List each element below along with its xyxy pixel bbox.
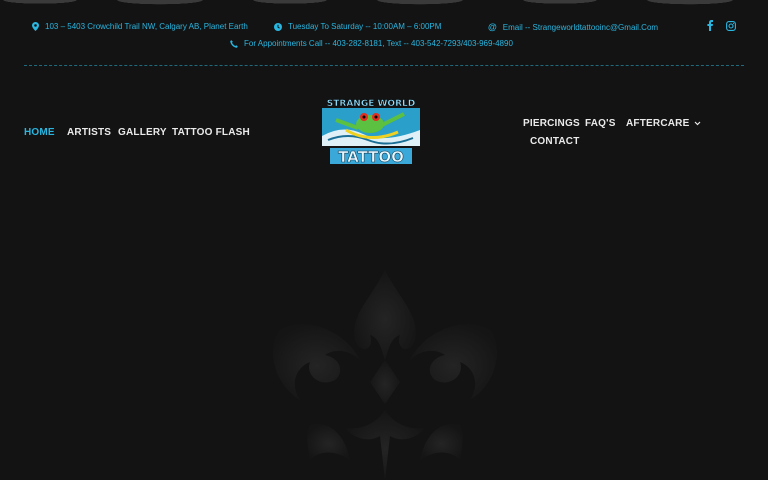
- nav-faqs[interactable]: FAQ'S: [585, 118, 616, 129]
- nav-aftercare[interactable]: AFTERCARE: [626, 118, 701, 129]
- hours-text: Tuesday To Saturday -- 10:00AM – 6:00PM: [288, 22, 442, 31]
- chevron-down-icon: [695, 121, 701, 126]
- phone-icon: [230, 39, 238, 48]
- hours-info: Tuesday To Saturday -- 10:00AM – 6:00PM: [274, 22, 441, 31]
- logo-line1: STRANGE WORLD: [327, 99, 415, 109]
- tribal-ornament-background: [272, 270, 498, 480]
- nav-artists[interactable]: ARTISTS: [67, 127, 111, 138]
- address-text: 103 – 5403 Crowchild Trail NW, Calgary A…: [45, 22, 248, 31]
- nav-piercings[interactable]: PIERCINGS: [523, 118, 580, 129]
- email-info[interactable]: @ Email -- Strangeworldtattooinc@Gmail.C…: [488, 22, 658, 32]
- nav-contact[interactable]: CONTACT: [530, 136, 580, 147]
- phone-info: For Appointments Call -- 403-282-8181, T…: [230, 39, 513, 48]
- nav-aftercare-label: AFTERCARE: [626, 118, 690, 129]
- strange-world-tattoo-logo: STRANGE WORLD TATTOO: [322, 99, 420, 166]
- nav-gallery[interactable]: GALLERY: [118, 127, 167, 138]
- brush-stroke-border: [0, 0, 768, 10]
- header-divider: [24, 65, 744, 66]
- email-text[interactable]: Email -- Strangeworldtattooinc@Gmail.Com: [503, 23, 658, 32]
- phone-text: For Appointments Call -- 403-282-8181, T…: [244, 39, 513, 48]
- nav-home[interactable]: HOME: [24, 127, 55, 138]
- location-pin-icon: [32, 22, 39, 31]
- nav-tattoo-flash[interactable]: TATTOO FLASH: [172, 127, 250, 138]
- site-logo[interactable]: STRANGE WORLD TATTOO: [318, 96, 424, 166]
- logo-line2: TATTOO: [338, 148, 404, 166]
- instagram-icon[interactable]: [726, 21, 736, 34]
- facebook-icon[interactable]: [707, 20, 713, 34]
- address-info: 103 – 5403 Crowchild Trail NW, Calgary A…: [32, 22, 248, 31]
- clock-icon: [274, 22, 282, 31]
- at-sign-icon: @: [488, 22, 497, 32]
